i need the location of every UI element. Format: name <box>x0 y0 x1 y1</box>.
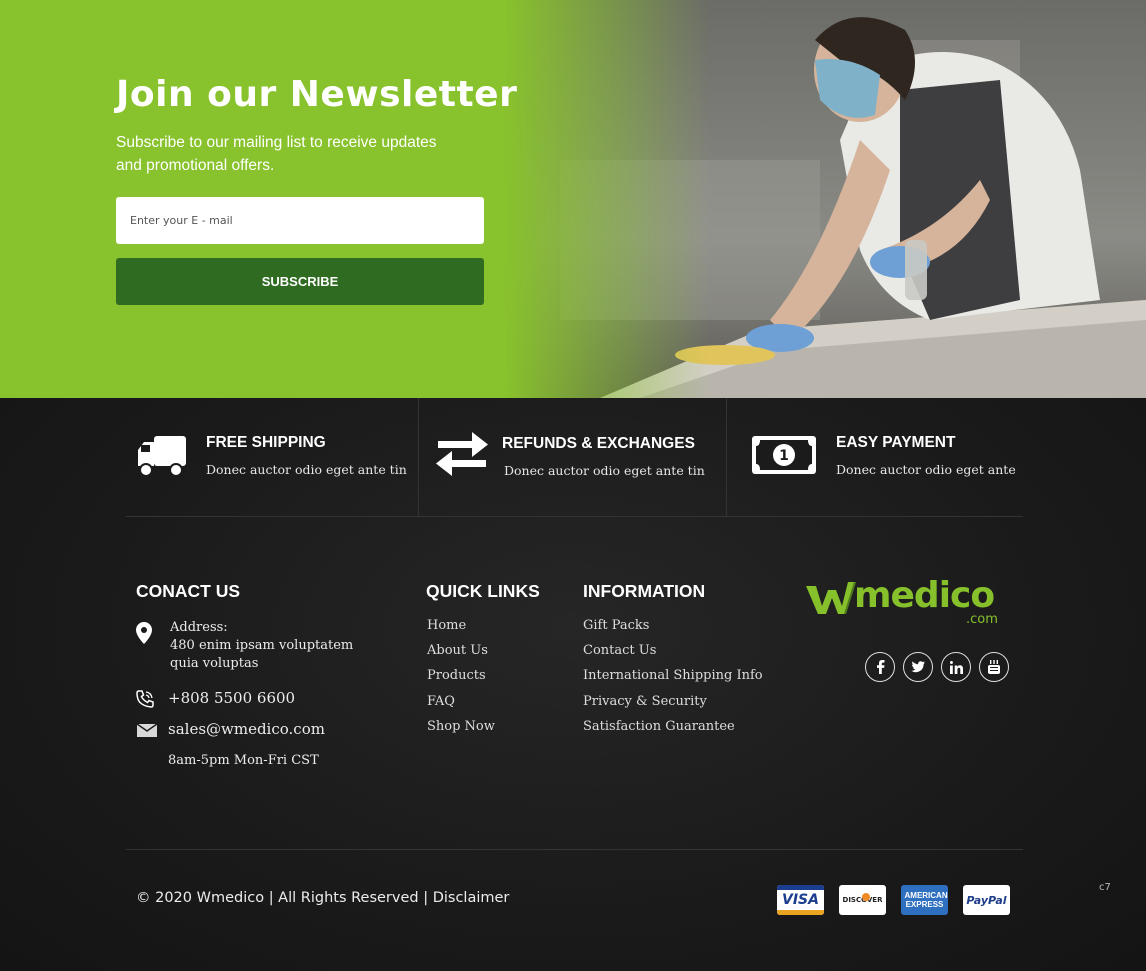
feature-refunds: REFUNDS & EXCHANGES Donec auctor odio eg… <box>418 398 726 516</box>
amex-card-icon: AMERICAN EXPRESS <box>901 885 948 915</box>
quick-link-home[interactable]: Home <box>427 618 466 633</box>
location-pin-icon <box>136 622 152 644</box>
info-link-contact-us[interactable]: Contact Us <box>583 643 656 658</box>
feature-bottom-divider <box>126 516 1023 517</box>
feature-title: REFUNDS & EXCHANGES <box>502 435 695 452</box>
feature-title: EASY PAYMENT <box>836 434 956 451</box>
paypal-card-icon: PayPal <box>963 885 1010 915</box>
quick-links-heading: QUICK LINKS <box>426 581 540 601</box>
feature-text: Donec auctor odio eget ante tin <box>504 463 705 478</box>
svg-text:1: 1 <box>779 448 789 464</box>
footer-bottom-divider <box>126 849 1023 850</box>
corner-code: c7 <box>1099 882 1111 893</box>
quick-link-faq[interactable]: FAQ <box>427 694 455 709</box>
feature-easy-payment: 1 EASY PAYMENT Donec auctor odio eget an… <box>726 398 1023 516</box>
linkedin-icon[interactable] <box>941 652 971 682</box>
newsletter-section: Join our Newsletter Subscribe to our mai… <box>0 0 1146 398</box>
address-label: Address: <box>170 620 228 635</box>
twitter-icon[interactable] <box>903 652 933 682</box>
card-label: AMERICAN EXPRESS <box>904 891 948 909</box>
copyright-text: © 2020 Wmedico | All Rights Reserved | D… <box>136 890 510 906</box>
feature-text: Donec auctor odio eget ante <box>836 462 1016 477</box>
email-icon <box>137 724 157 737</box>
logo-suffix: .com <box>966 612 998 627</box>
information-heading: INFORMATION <box>583 581 706 601</box>
truck-icon <box>138 436 186 477</box>
youtube-icon[interactable] <box>979 652 1009 682</box>
card-label: PayPal <box>966 893 1007 907</box>
quick-link-products[interactable]: Products <box>427 668 486 683</box>
email-link[interactable]: sales@wmedico.com <box>168 720 325 738</box>
exchange-arrows-icon <box>436 432 488 476</box>
phone-link[interactable]: +808 5500 6600 <box>168 689 295 707</box>
address-line: 480 enim ipsam voluptatem <box>170 638 354 653</box>
banknote-icon: 1 <box>752 436 816 474</box>
info-link-gift-packs[interactable]: Gift Packs <box>583 618 649 633</box>
brand-logo[interactable]: medico .com <box>806 575 1012 632</box>
card-label: VISA <box>782 892 819 908</box>
discover-card-icon: DISCOVER <box>839 885 886 915</box>
info-link-guarantee[interactable]: Satisfaction Guarantee <box>583 719 735 734</box>
subscribe-button[interactable]: SUBSCRIBE <box>116 258 484 305</box>
logo-w-mark <box>806 582 856 614</box>
info-link-privacy[interactable]: Privacy & Security <box>583 694 707 709</box>
newsletter-subtitle: Subscribe to our mailing list to receive… <box>116 134 437 174</box>
visa-card-icon: VISA <box>777 885 824 915</box>
feature-free-shipping: FREE SHIPPING Donec auctor odio eget ant… <box>126 398 418 516</box>
info-link-shipping[interactable]: International Shipping Info <box>583 668 763 683</box>
footer: FREE SHIPPING Donec auctor odio eget ant… <box>0 398 1146 971</box>
feature-text: Donec auctor odio eget ante tin <box>206 462 407 477</box>
contact-heading: CONACT US <box>136 581 241 601</box>
business-hours: 8am-5pm Mon-Fri CST <box>168 753 319 768</box>
quick-link-shop-now[interactable]: Shop Now <box>427 719 495 734</box>
facebook-icon[interactable] <box>865 652 895 682</box>
feature-title: FREE SHIPPING <box>206 434 326 451</box>
email-input[interactable] <box>116 197 484 244</box>
quick-link-about[interactable]: About Us <box>427 643 488 658</box>
phone-icon <box>136 690 154 708</box>
address-line: quia voluptas <box>170 656 259 671</box>
newsletter-title: Join our Newsletter <box>116 74 518 115</box>
